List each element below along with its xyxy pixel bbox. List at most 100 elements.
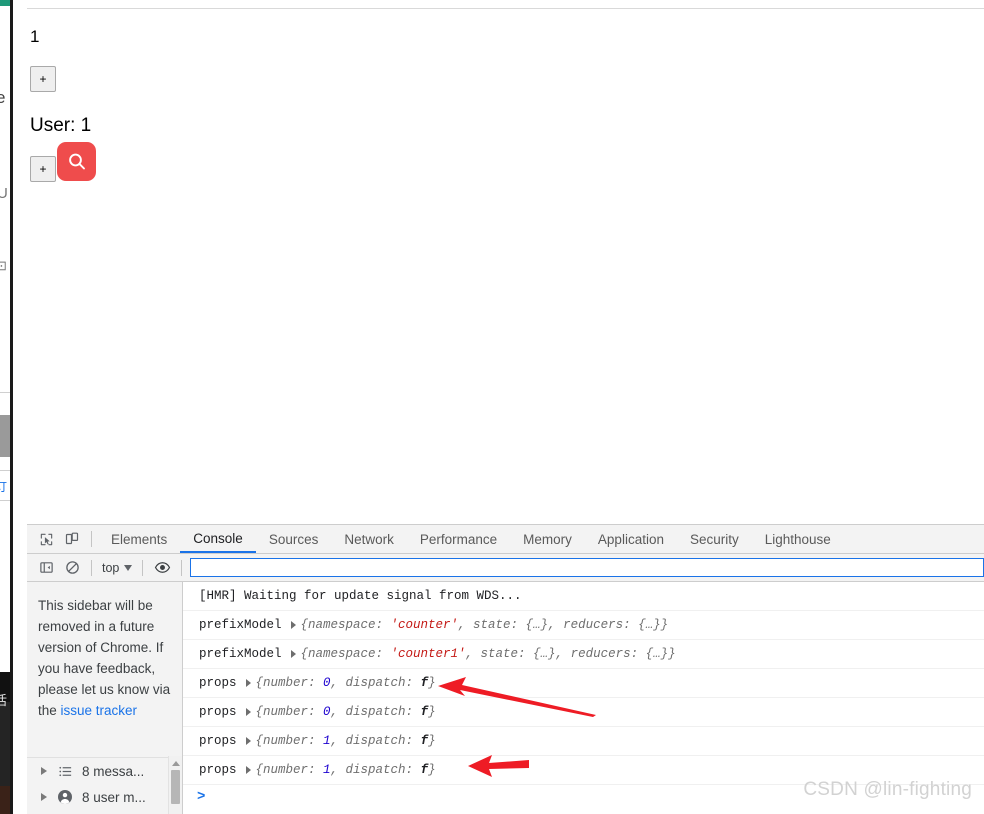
console-message-label: props: [199, 763, 237, 777]
preview-number: 1: [323, 734, 331, 748]
tab-sources[interactable]: Sources: [256, 526, 332, 553]
list-icon: [57, 763, 73, 779]
preview-close: }: [428, 734, 436, 748]
tab-console[interactable]: Console: [180, 526, 256, 553]
scroll-up-arrow-icon[interactable]: [171, 761, 180, 766]
console-message-row[interactable]: prefixModel {namespace: 'counter1', stat…: [183, 640, 984, 669]
console-sidebar-tree: 8 messa... 8 user m...: [27, 756, 182, 814]
bg-text-fragment-box: ⊡: [0, 258, 7, 273]
console-sidebar: This sidebar will be removed in a future…: [27, 582, 183, 814]
execution-context-value: top: [102, 560, 120, 575]
object-preview: {number: 0, dispatch: f}: [256, 676, 436, 690]
console-message-label: prefixModel: [199, 618, 282, 632]
expand-object-arrow-icon[interactable]: [245, 708, 251, 716]
rendered-page-content: 1 + User: 1 +: [30, 14, 984, 524]
chevron-right-icon[interactable]: [41, 767, 47, 775]
search-icon[interactable]: [57, 142, 96, 181]
sidebar-deprecation-notice: This sidebar will be removed in a future…: [27, 582, 182, 721]
scrollbar-thumb[interactable]: [171, 770, 180, 804]
sidebar-item-user-messages-label: 8 user m...: [82, 789, 146, 805]
preview-open: {number:: [255, 705, 324, 719]
preview-open: {namespace:: [300, 647, 391, 661]
console-message-row[interactable]: prefixModel {namespace: 'counter', state…: [183, 611, 984, 640]
sidebar-toggle-icon[interactable]: [33, 556, 59, 580]
preview-mid: , dispatch:: [330, 705, 421, 719]
preview-open: {namespace:: [300, 618, 391, 632]
console-message-label: prefixModel: [199, 647, 282, 661]
sidebar-item-user-messages[interactable]: 8 user m...: [27, 784, 182, 810]
preview-open: {number:: [255, 734, 324, 748]
bg-text-fragment-link: 订: [0, 480, 8, 494]
live-expression-eye-icon[interactable]: [149, 556, 175, 580]
preview-string: 'counter1': [390, 647, 466, 661]
expand-object-arrow-icon[interactable]: [290, 650, 296, 658]
preview-close: }: [428, 763, 436, 777]
bg-green-fragment: [0, 0, 10, 6]
object-preview: {namespace: 'counter', state: {…}, reduc…: [301, 618, 669, 632]
bg-text-fragment-u: U: [0, 185, 8, 202]
console-message-row[interactable]: props {number: 0, dispatch: f}: [183, 698, 984, 727]
chevron-right-icon[interactable]: [41, 793, 47, 801]
console-filter-input[interactable]: [190, 558, 984, 577]
background-window-strip: e U ⊡ 订 活: [0, 0, 10, 814]
toolbar-divider-4: [181, 559, 183, 576]
preview-mid: , dispatch:: [330, 676, 421, 690]
console-message-row[interactable]: props {number: 0, dispatch: f}: [183, 669, 984, 698]
tab-memory[interactable]: Memory: [510, 526, 585, 553]
tab-security[interactable]: Security: [677, 526, 752, 553]
console-message-label: props: [199, 676, 237, 690]
issue-tracker-link[interactable]: issue tracker: [61, 703, 138, 718]
watermark: CSDN @lin-fighting: [803, 779, 972, 800]
preview-number: 0: [323, 705, 331, 719]
bg-grey-block: [0, 415, 10, 457]
sidebar-item-messages[interactable]: 8 messa...: [27, 758, 182, 784]
console-message-text: [HMR] Waiting for update signal from WDS…: [199, 589, 522, 603]
tab-elements[interactable]: Elements: [98, 526, 180, 553]
bg-divider-2: [0, 470, 10, 471]
toolbar-divider-3: [142, 559, 144, 576]
counter-value: 1: [30, 27, 40, 46]
console-message-row[interactable]: [HMR] Waiting for update signal from WDS…: [183, 582, 984, 611]
user-icon: [57, 789, 73, 805]
chevron-down-icon: [124, 564, 133, 571]
execution-context-dropdown[interactable]: top: [98, 561, 136, 575]
toolbar-divider-2: [91, 559, 92, 576]
user-counter-label: User: 1: [30, 115, 92, 136]
bg-taskbar-accent: [0, 786, 10, 814]
bg-divider-1: [0, 392, 10, 393]
preview-number: 0: [323, 676, 331, 690]
expand-object-arrow-icon[interactable]: [245, 679, 251, 687]
preview-close: }: [428, 676, 436, 690]
tab-lighthouse[interactable]: Lighthouse: [752, 526, 844, 553]
preview-open: {number:: [255, 676, 324, 690]
device-toolbar-icon[interactable]: [59, 527, 85, 551]
bg-text-fragment-e: e: [0, 88, 6, 107]
preview-close: }: [428, 705, 436, 719]
clear-console-icon[interactable]: [59, 556, 85, 580]
console-message-label: props: [199, 734, 237, 748]
tab-performance[interactable]: Performance: [407, 526, 510, 553]
sidebar-scrollbar[interactable]: [168, 756, 182, 814]
viewport-top-divider: [27, 8, 984, 9]
expand-object-arrow-icon[interactable]: [245, 766, 251, 774]
increment-button[interactable]: +: [30, 66, 56, 92]
object-preview: {number: 0, dispatch: f}: [256, 705, 436, 719]
preview-string: 'counter': [390, 618, 459, 632]
console-message-list: [HMR] Waiting for update signal from WDS…: [183, 582, 984, 814]
inspect-element-icon[interactable]: [33, 527, 59, 551]
expand-object-arrow-icon[interactable]: [290, 621, 296, 629]
console-toolbar: top: [27, 554, 984, 582]
expand-object-arrow-icon[interactable]: [245, 737, 251, 745]
tab-network[interactable]: Network: [331, 526, 407, 553]
bg-text-fragment-cjk: 活: [0, 693, 8, 708]
devtools-panel: Elements Console Sources Network Perform…: [27, 524, 984, 814]
object-preview: {namespace: 'counter1', state: {…}, redu…: [301, 647, 676, 661]
preview-open: {number:: [255, 763, 324, 777]
console-message-row[interactable]: props {number: 1, dispatch: f}: [183, 727, 984, 756]
console-prompt-caret: >: [197, 789, 206, 805]
tab-application[interactable]: Application: [585, 526, 677, 553]
user-increment-button[interactable]: +: [30, 156, 56, 182]
console-body: This sidebar will be removed in a future…: [27, 582, 984, 814]
devtools-tabbar: Elements Console Sources Network Perform…: [27, 525, 984, 554]
sidebar-notice-text: This sidebar will be removed in a future…: [38, 598, 171, 718]
